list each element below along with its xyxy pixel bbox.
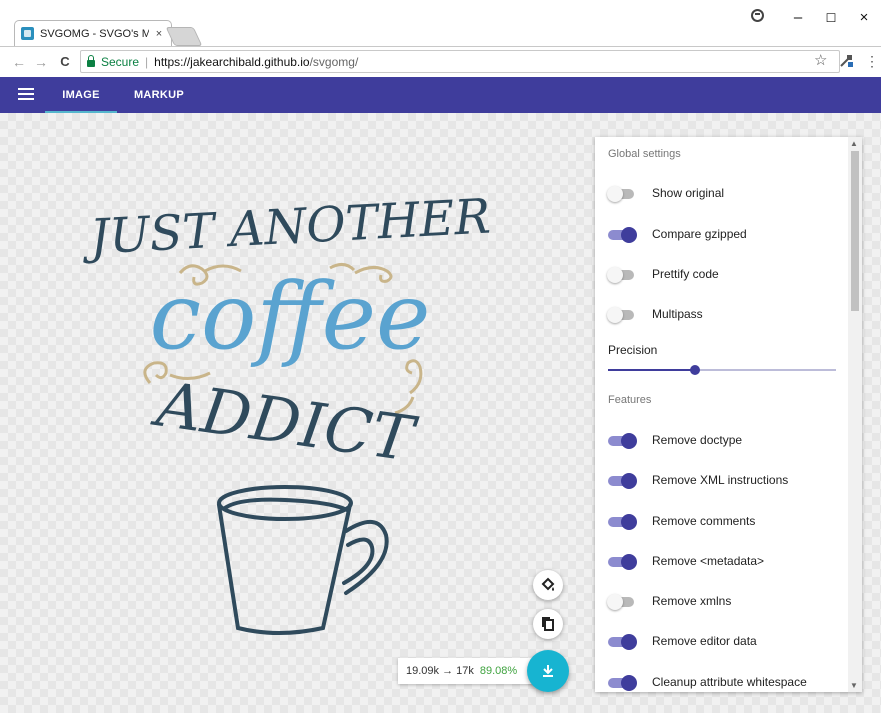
toggle-prettify-code[interactable]: Prettify code: [595, 261, 847, 287]
toggle-label: Compare gzipped: [652, 227, 747, 241]
bookmark-star-icon[interactable]: ☆: [814, 51, 827, 69]
url-host: https://jakearchibald.github.io: [154, 54, 310, 69]
toggle-label: Remove doctype: [652, 433, 743, 447]
savings-percent: 89.08%: [479, 665, 518, 677]
close-window-button[interactable]: ×: [849, 6, 879, 30]
toggle-remove-comments[interactable]: Remove comments: [595, 508, 847, 534]
coffee-mug-drawing: [217, 485, 389, 635]
toggle-label: Multipass: [652, 307, 703, 321]
toggle-label: Remove <metadata>: [652, 554, 765, 568]
tab-markup[interactable]: MARKUP: [122, 77, 196, 113]
lock-icon: [87, 54, 95, 67]
browser-titlebar: SVGOMG - SVGO's Missi × – ☐ ×: [0, 0, 881, 46]
switch-icon[interactable]: [608, 634, 638, 650]
size-text: 19.09k → 17k: [406, 665, 474, 677]
features-heading: Features: [608, 394, 652, 406]
address-bar[interactable]: Secure | https://jakearchibald.github.io…: [80, 50, 840, 73]
app-bar: IMAGE MARKUP: [0, 77, 881, 113]
toggle-remove-doctype[interactable]: Remove doctype: [595, 427, 847, 453]
browser-toolbar: ← → C Secure | https://jakearchibald.git…: [0, 46, 881, 76]
scroll-down-arrow-icon[interactable]: ▼: [850, 681, 858, 690]
toggle-label: Remove editor data: [652, 634, 757, 648]
artwork-line-addict: ADDICT: [148, 367, 423, 476]
extension-icon[interactable]: [840, 54, 854, 68]
tab-close-icon[interactable]: ×: [153, 28, 165, 40]
paint-bucket-button[interactable]: [533, 570, 563, 600]
switch-icon[interactable]: [607, 307, 638, 323]
toggle-remove-xml-instructions[interactable]: Remove XML instructions: [595, 467, 847, 493]
secure-label: Secure: [101, 54, 140, 69]
switch-icon[interactable]: [607, 594, 638, 610]
switch-icon[interactable]: [608, 554, 638, 570]
size-readout: 19.09k → 17k 89.08%: [398, 658, 548, 684]
svgomg-favicon-icon: [21, 27, 34, 40]
toggle-remove-xmlns[interactable]: Remove xmlns: [595, 588, 847, 614]
user-profile-icon[interactable]: [751, 9, 764, 22]
toggle-label: Cleanup attribute whitespace: [652, 675, 807, 689]
hamburger-menu-icon[interactable]: [18, 88, 34, 100]
settings-panel: Global settings Show original Compare gz…: [595, 137, 862, 692]
reload-icon[interactable]: C: [56, 52, 74, 72]
switch-icon[interactable]: [608, 514, 638, 530]
switch-icon[interactable]: [608, 433, 638, 449]
toggle-label: Remove xmlns: [652, 594, 732, 608]
minimize-button[interactable]: –: [783, 6, 813, 30]
download-button[interactable]: [527, 650, 569, 692]
global-settings-heading: Global settings: [608, 148, 681, 160]
artwork-line-just-another: JUST ANOTHER: [80, 189, 492, 266]
switch-icon[interactable]: [607, 267, 638, 283]
address-separator: |: [145, 54, 149, 69]
switch-icon[interactable]: [608, 473, 638, 489]
toggle-cleanup-attribute-whitespace[interactable]: Cleanup attribute whitespace: [595, 669, 847, 692]
browser-tab[interactable]: SVGOMG - SVGO's Missi ×: [14, 20, 172, 46]
toggle-remove-metadata[interactable]: Remove <metadata>: [595, 548, 847, 574]
settings-scrollbar[interactable]: ▲ ▼: [848, 137, 862, 692]
toggle-show-original[interactable]: Show original: [595, 180, 847, 206]
scroll-up-arrow-icon[interactable]: ▲: [850, 139, 858, 148]
browser-menu-icon[interactable]: ⋮: [865, 52, 879, 70]
toggle-remove-editor-data[interactable]: Remove editor data: [595, 628, 847, 654]
toggle-compare-gzipped[interactable]: Compare gzipped: [595, 221, 847, 247]
paint-bucket-icon: [541, 577, 555, 591]
copy-button[interactable]: [533, 609, 563, 639]
toggle-label: Show original: [652, 186, 725, 200]
tab-title: SVGOMG - SVGO's Missi: [40, 27, 149, 40]
switch-icon[interactable]: [608, 227, 638, 243]
download-icon: [543, 665, 553, 677]
precision-label: Precision: [608, 343, 658, 357]
forward-arrow-icon[interactable]: →: [32, 52, 50, 72]
toggle-label: Remove comments: [652, 514, 756, 528]
scroll-thumb[interactable]: [851, 151, 859, 311]
back-arrow-icon[interactable]: ←: [10, 52, 28, 72]
switch-icon[interactable]: [608, 675, 638, 691]
toggle-label: Prettify code: [652, 267, 719, 281]
toggle-label: Remove XML instructions: [652, 473, 789, 487]
slider-knob[interactable]: [689, 365, 700, 375]
copy-icon: [542, 617, 554, 631]
toggle-multipass[interactable]: Multipass: [595, 301, 847, 327]
maximize-button[interactable]: ☐: [816, 6, 846, 30]
switch-icon[interactable]: [607, 186, 638, 202]
url-path: /svgomg/: [309, 54, 359, 69]
tab-image[interactable]: IMAGE: [45, 77, 117, 113]
artwork-line-coffee: coffee: [150, 263, 431, 370]
precision-slider[interactable]: [608, 365, 836, 375]
